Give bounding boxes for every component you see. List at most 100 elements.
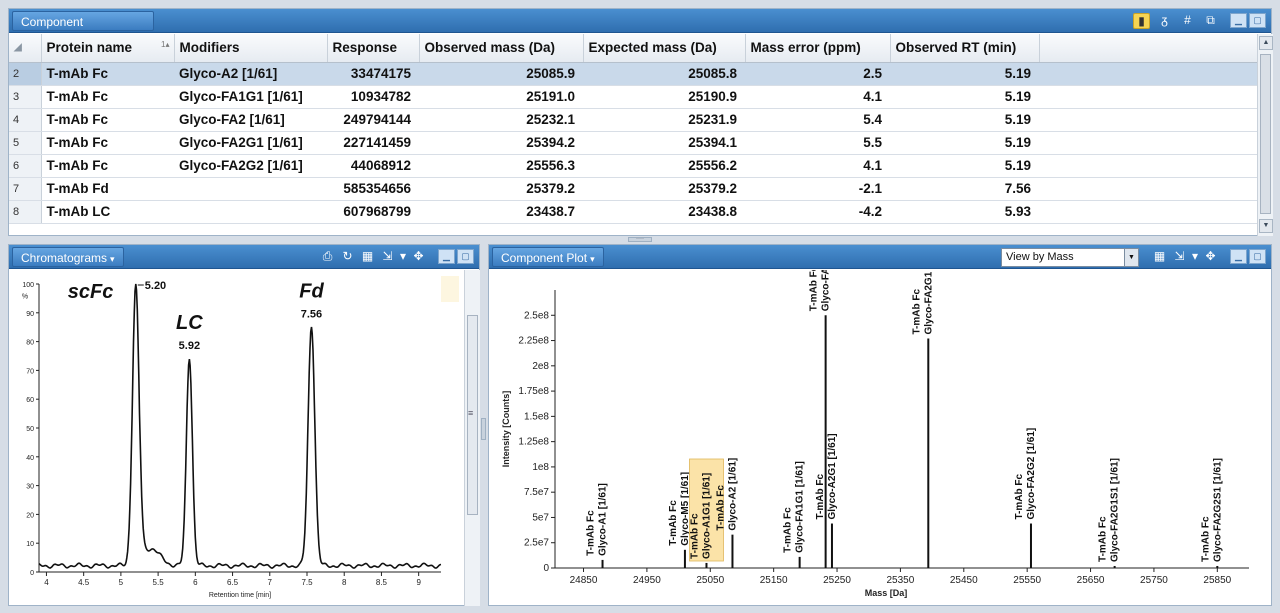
table-row[interactable]: 6 T-mAb Fc Glyco-FA2G2 [1/61] 44068912 2…	[9, 154, 1259, 178]
y-tick-label: 50	[26, 426, 34, 433]
cell-modifiers: Glyco-FA2G1 [1/61]	[174, 131, 327, 155]
table-row[interactable]: 5 T-mAb Fc Glyco-FA2G1 [1/61] 227141459 …	[9, 131, 1259, 155]
table-icon[interactable]: ▦	[1151, 249, 1168, 265]
chevron-down-icon[interactable]: ▼	[1124, 249, 1138, 266]
column-header-protein[interactable]: Protein name 1▴	[41, 34, 175, 63]
y-tick-label: 40	[26, 455, 34, 462]
chromatogram-scrollbar[interactable]: ≡	[464, 270, 480, 606]
view-mode-select[interactable]: View by Mass ▼	[1001, 248, 1139, 267]
vertical-splitter[interactable]	[481, 418, 486, 440]
move-icon[interactable]: ✥	[1202, 249, 1219, 265]
export-icon[interactable]: ⇲	[379, 249, 396, 265]
y-tick-label: 1e8	[532, 462, 549, 473]
maximize-icon[interactable]: ▢	[457, 249, 474, 264]
table-row[interactable]: 4 T-mAb Fc Glyco-FA2 [1/61] 249794144 25…	[9, 108, 1259, 132]
chevron-down-icon[interactable]: ▾	[399, 249, 407, 265]
minimize-icon[interactable]: ▁	[1230, 249, 1247, 264]
chevron-down-icon: ▾	[110, 254, 115, 264]
window-buttons: ▁ ▢	[438, 249, 474, 264]
peak-protein-label: T-mAb Fc	[1098, 516, 1109, 562]
chromatogram-trace	[38, 283, 442, 569]
cell-protein: T-mAb Fc	[41, 131, 174, 155]
column-header-filler	[1039, 34, 1259, 63]
peak-rt-label: 5.20	[145, 280, 166, 292]
x-tick-label: 5.5	[153, 578, 165, 587]
table-scrollbar[interactable]: ▲ ▼	[1257, 34, 1273, 236]
table-row[interactable]: 2 T-mAb Fc Glyco-A2 [1/61] 33474175 2508…	[9, 62, 1259, 86]
row-number: 8	[9, 200, 42, 224]
x-tick-label: 8	[342, 578, 347, 587]
column-header-modifiers[interactable]: Modifiers	[174, 34, 328, 63]
x-tick-label: 8.5	[376, 578, 388, 587]
cell-rt: 5.19	[890, 108, 1039, 132]
column-header-response[interactable]: Response	[327, 34, 420, 63]
y-tick-label: 90	[26, 311, 34, 318]
y-tick-label: 70	[26, 368, 34, 375]
table-row[interactable]: 7 T-mAb Fd 585354656 25379.2 25379.2 -2.…	[9, 177, 1259, 201]
peak-protein-label: T-mAb Fc	[815, 474, 826, 520]
filter-icon[interactable]: ▮	[1133, 13, 1150, 29]
refresh-icon[interactable]: ↻	[339, 249, 356, 265]
column-header-observed-rt[interactable]: Observed RT (min)	[890, 34, 1040, 63]
chromatograms-menu[interactable]: Chromatograms ▾	[12, 247, 124, 267]
component-plot-panel: Component Plot ▾ View by Mass ▼ ▦ ⇲ ▾ ✥ ▁…	[488, 244, 1272, 606]
y-axis-label: Intensity [Counts]	[501, 391, 511, 468]
cell-expected-mass: 25190.9	[583, 85, 745, 109]
export-icon[interactable]: ⧉	[1202, 13, 1219, 29]
cell-observed-mass: 25085.9	[419, 62, 583, 86]
y-tick-label: 2.25e8	[518, 336, 549, 347]
row-number: 5	[9, 131, 42, 155]
table-icon[interactable]: ▦	[359, 249, 376, 265]
x-axis-label: Retention time [min]	[209, 592, 271, 599]
component-summary-menu[interactable]: Component Summary▾	[12, 11, 154, 49]
column-header-observed-mass[interactable]: Observed mass (Da)	[419, 34, 584, 63]
chromatograms-toolbar: ⎙ ↻ ▦ ⇲ ▾ ✥	[319, 249, 427, 265]
cell-modifiers: Glyco-FA2G2 [1/61]	[174, 154, 327, 178]
scroll-thumb[interactable]	[1260, 54, 1271, 214]
cell-modifiers: Glyco-A2 [1/61]	[174, 62, 327, 86]
maximize-icon[interactable]: ▢	[1249, 249, 1266, 264]
print-icon[interactable]: ⎙	[319, 249, 336, 265]
scroll-down-icon[interactable]: ▼	[1259, 219, 1273, 233]
minimize-icon[interactable]: ▁	[438, 249, 455, 264]
y-tick-label: 1.75e8	[518, 386, 549, 397]
y-tick-label: 60	[26, 397, 34, 404]
x-tick-label: 25350	[887, 575, 915, 586]
mass-peak: T-mAb Fc Glyco-FA2G1 [1/61]	[911, 270, 934, 568]
minimize-icon[interactable]: ▁	[1230, 13, 1247, 28]
cell-protein: T-mAb LC	[41, 200, 174, 224]
table-row[interactable]: 3 T-mAb Fc Glyco-FA1G1 [1/61] 10934782 2…	[9, 85, 1259, 109]
cell-rt: 5.19	[890, 85, 1039, 109]
maximize-icon[interactable]: ▢	[1249, 13, 1266, 28]
table-row[interactable]: 8 T-mAb LC 607968799 23438.7 23438.8 -4.…	[9, 200, 1259, 224]
peak-protein-label: T-mAb Fc	[715, 485, 726, 531]
column-header-mass-error[interactable]: Mass error (ppm)	[745, 34, 891, 63]
hash-icon[interactable]: #	[1179, 13, 1196, 29]
horizontal-splitter[interactable]: ····	[628, 236, 652, 242]
export-icon[interactable]: ⇲	[1171, 249, 1188, 265]
move-icon[interactable]: ✥	[410, 249, 427, 265]
peak-protein-label: T-mAb Fc	[1200, 516, 1211, 562]
chromatogram-chart: 0 10 20 30 40 50 60 70 80 90 100% 4 4.5 5 5.5 6 6.5 7 7.5 8…	[22, 276, 459, 599]
x-tick-label: 9	[416, 578, 421, 587]
scroll-up-icon[interactable]: ▲	[1259, 36, 1273, 50]
cell-mass-error: 4.1	[745, 85, 890, 109]
cell-protein: T-mAb Fc	[41, 62, 174, 86]
peak-annotation: Fd 7.56	[299, 280, 324, 320]
cell-observed-mass: 23438.7	[419, 200, 583, 224]
select-all-corner[interactable]: ◢	[9, 34, 42, 63]
component-table: ◢ Protein name 1▴ Modifiers Response Obse…	[9, 34, 1259, 224]
component-plot-menu[interactable]: Component Plot ▾	[492, 247, 604, 267]
x-tick-label: 7	[268, 578, 273, 587]
x-tick-label: 7.5	[301, 578, 313, 587]
sort-ascending-icon: 1▴	[161, 40, 170, 50]
chevron-down-icon[interactable]: ▾	[1191, 249, 1199, 265]
cell-protein: T-mAb Fc	[41, 85, 174, 109]
cell-filler	[1039, 108, 1259, 132]
cell-observed-mass: 25394.2	[419, 131, 583, 155]
column-header-expected-mass[interactable]: Expected mass (Da)	[583, 34, 746, 63]
x-tick-label: 24850	[570, 575, 598, 586]
mass-peak: T-mAb Fc Glyco-A1 [1/61]	[586, 483, 609, 568]
fork-icon[interactable]: ᵹ	[1156, 13, 1173, 29]
peak-rt-label: 7.56	[301, 308, 322, 320]
